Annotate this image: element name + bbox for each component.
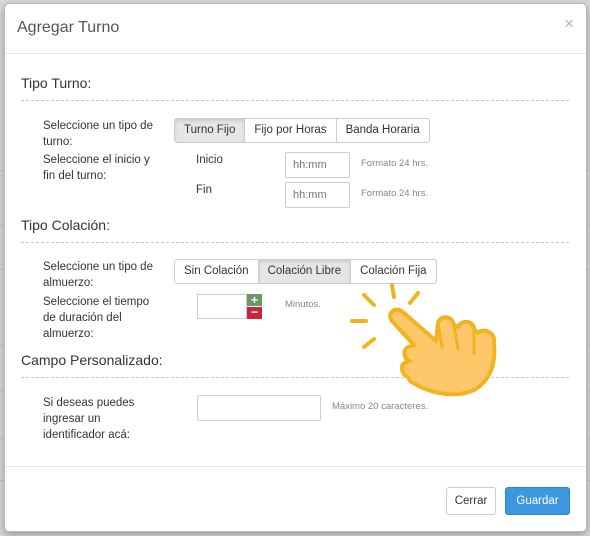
- section-divider: [21, 242, 569, 243]
- modal-header: Agregar Turno ×: [5, 4, 586, 54]
- sin-colacion-button[interactable]: Sin Colación: [174, 259, 259, 284]
- duration-stepper: + −: [197, 294, 262, 319]
- fin-time-input[interactable]: [285, 182, 350, 208]
- fijo-por-horas-button[interactable]: Fijo por Horas: [244, 118, 337, 143]
- section-campo-personalizado-title: Campo Personalizado:: [21, 352, 163, 368]
- agregar-turno-modal: Agregar Turno × Tipo Turno: Seleccione u…: [4, 3, 587, 532]
- colacion-type-button-group: Sin Colación Colación Libre Colación Fij…: [174, 259, 437, 284]
- inicio-format-hint: Formato 24 hrs.: [361, 158, 429, 169]
- minus-icon[interactable]: −: [247, 306, 262, 319]
- turno-range-label: Seleccione el inicio y fin del turno:: [43, 154, 150, 182]
- duration-input[interactable]: [197, 294, 247, 319]
- colacion-type-label: Seleccione un tipo de almuerzo:: [43, 261, 153, 289]
- duration-unit-hint: Minutos.: [285, 299, 321, 310]
- hand-shape: [388, 307, 497, 397]
- turno-type-button-group: Turno Fijo Fijo por Horas Banda Horaria: [174, 118, 430, 143]
- banda-horaria-button[interactable]: Banda Horaria: [335, 118, 430, 143]
- section-divider: [21, 100, 569, 101]
- pointing-hand-icon: [350, 283, 497, 397]
- cerrar-button[interactable]: Cerrar: [446, 487, 496, 515]
- colacion-fija-button[interactable]: Colación Fija: [350, 259, 437, 284]
- inicio-label: Inicio: [196, 154, 223, 166]
- section-tipo-colacion-title: Tipo Colación:: [21, 217, 110, 233]
- fin-label: Fin: [196, 184, 212, 196]
- section-tipo-turno-title: Tipo Turno:: [21, 75, 92, 91]
- close-icon[interactable]: ×: [564, 14, 574, 34]
- modal-title: Agregar Turno: [17, 19, 120, 36]
- modal-footer: Cerrar Guardar: [5, 466, 586, 531]
- colacion-libre-button[interactable]: Colación Libre: [257, 259, 352, 284]
- turno-fijo-button[interactable]: Turno Fijo: [174, 118, 246, 143]
- inicio-time-input[interactable]: [285, 152, 350, 178]
- identificador-input[interactable]: [197, 395, 321, 421]
- guardar-button[interactable]: Guardar: [505, 487, 570, 515]
- fin-format-hint: Formato 24 hrs.: [361, 188, 429, 199]
- identificador-label: Si deseas puedes ingresar un identificad…: [43, 397, 135, 441]
- turno-type-label: Seleccione un tipo de turno:: [43, 120, 153, 148]
- colacion-duration-label: Seleccione el tiempo de duración del alm…: [43, 296, 150, 340]
